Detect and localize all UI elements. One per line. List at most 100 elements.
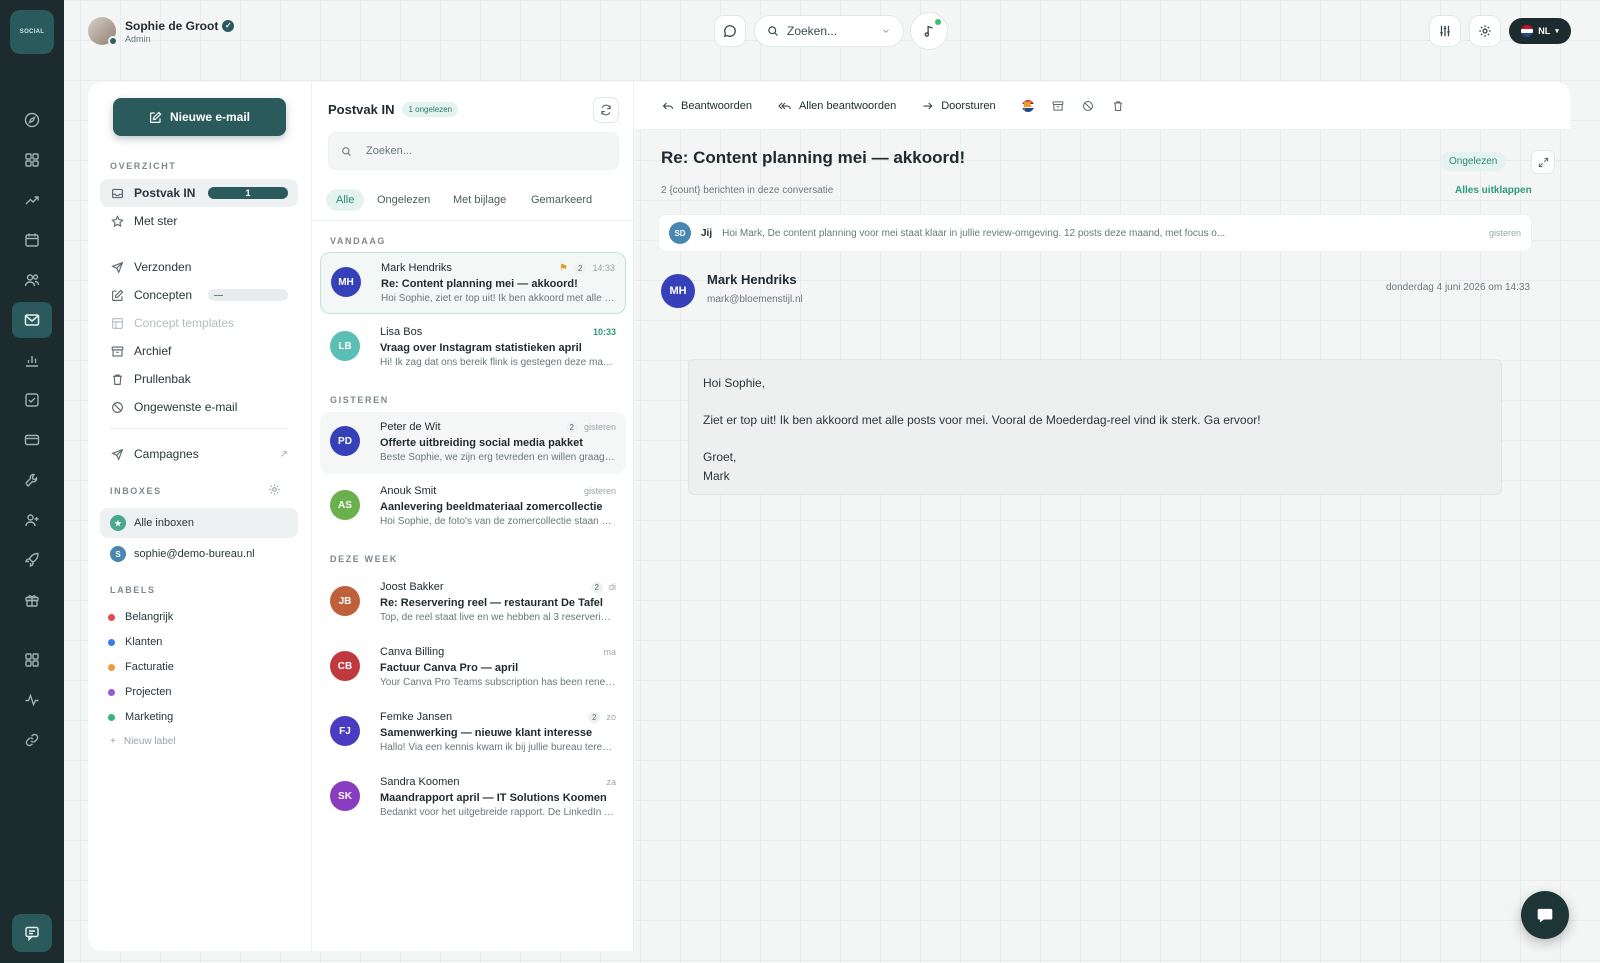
user-plus-icon[interactable] — [12, 502, 52, 538]
expand-icon — [1538, 157, 1548, 167]
activity-icon[interactable] — [12, 682, 52, 718]
label-clients[interactable]: Klanten — [108, 636, 162, 648]
list-item[interactable]: MH Mark Hendriks ⚑ 2 14:33 Re: Content plan… — [320, 252, 626, 314]
avatar[interactable] — [88, 17, 118, 46]
checklist-icon[interactable] — [12, 382, 52, 418]
collapsed-time: gisteren — [1488, 228, 1521, 238]
external-link-icon: ↗ — [279, 448, 288, 460]
message-list-panel: Postvak IN 1 ongelezen Zoeken... Alle On… — [311, 82, 634, 951]
list-item[interactable]: FJ Femke Jansen 2 zo Samenwerking — nieuwe… — [320, 702, 626, 764]
campaigns-link[interactable]: Campagnes ↗ — [100, 440, 298, 468]
filter-flagged[interactable]: Gemarkeerd — [521, 189, 602, 211]
inbox-settings-icon[interactable] — [268, 483, 281, 496]
brand-logo-text: SOCIAL — [19, 29, 45, 35]
folder-trash[interactable]: Prullenbak — [100, 365, 298, 393]
compass-icon[interactable] — [12, 102, 52, 138]
user-role: Admin — [125, 33, 151, 44]
messages-button[interactable] — [714, 15, 746, 47]
label-billing[interactable]: Facturatie — [108, 661, 174, 673]
collapsed-sender: Jij — [701, 227, 713, 239]
filter-all[interactable]: Alle — [326, 189, 365, 211]
template-icon — [110, 316, 124, 330]
status-badge[interactable]: Ongelezen — [1440, 152, 1507, 171]
trash-icon[interactable] — [1112, 100, 1124, 112]
folder-draft-templates[interactable]: Concept templates — [100, 309, 298, 337]
label-dot — [108, 663, 115, 671]
archive-icon[interactable] — [1052, 100, 1064, 112]
folder-starred[interactable]: Met ster — [100, 207, 298, 235]
sender-name: Mark Hendriks — [707, 272, 797, 287]
grid-icon[interactable] — [12, 142, 52, 178]
bar-chart-icon[interactable] — [12, 342, 52, 378]
label-dot — [108, 713, 115, 721]
support-chat-button[interactable] — [1521, 891, 1569, 939]
gift-icon[interactable] — [12, 582, 52, 618]
link-icon[interactable] — [12, 722, 52, 758]
avatar: FJ — [330, 716, 360, 746]
folder-inbox[interactable]: Postvak IN 1 — [100, 179, 298, 207]
forward-button[interactable]: Doorsturen — [922, 100, 996, 112]
message-preview: Beste Sophie, we zijn erg tevreden en wi… — [380, 452, 616, 463]
list-search-input[interactable]: Zoeken... — [328, 132, 619, 170]
reply-all-button[interactable]: Allen beantwoorden — [778, 100, 896, 112]
list-item[interactable]: PD Peter de Wit 2 gisteren Offerte uitbrei… — [320, 412, 626, 474]
folder-sent[interactable]: Verzonden — [100, 253, 298, 281]
star-icon — [110, 214, 124, 228]
calendar-icon[interactable] — [12, 222, 52, 258]
users-icon[interactable] — [12, 262, 52, 298]
flag-icon[interactable] — [1021, 99, 1034, 112]
card-icon[interactable] — [12, 422, 52, 458]
inbox-account[interactable]: S sophie@demo-bureau.nl — [100, 539, 298, 569]
list-item[interactable]: LB Lisa Bos 10:33 Vraag over Instagram st… — [320, 317, 626, 379]
search-icon — [768, 26, 778, 36]
inbox-all[interactable]: ★ Alle inboxen — [100, 508, 298, 538]
rocket-icon[interactable] — [12, 542, 52, 578]
unread-chip: 1 ongelezen — [402, 102, 459, 117]
block-icon[interactable] — [1082, 100, 1094, 112]
message-subject: Maandrapport april — IT Solutions Koomen — [380, 792, 607, 804]
global-search[interactable]: Zoeken... — [754, 15, 904, 47]
compose-button[interactable]: Nieuwe e-mail — [113, 98, 286, 136]
folder-junk[interactable]: Ongewenste e-mail — [100, 393, 298, 421]
message-time: di — [608, 582, 616, 592]
list-item[interactable]: AS Anouk Smit gisteren Aanlevering beeldm… — [320, 476, 626, 538]
collapsed-message[interactable]: SD Jij Hoi Mark, De content planning voo… — [658, 214, 1532, 252]
chat-icon[interactable] — [12, 914, 52, 952]
list-item[interactable]: JB Joost Bakker 2 di Re: Reservering reel … — [320, 572, 626, 634]
list-item[interactable]: SK Sandra Koomen za Maandrapport april — … — [320, 767, 626, 829]
label-marketing[interactable]: Marketing — [108, 711, 173, 723]
expand-button[interactable] — [1531, 150, 1555, 174]
folder-drafts[interactable]: Concepten — — [100, 281, 298, 309]
overview-title: OVERZICHT — [110, 161, 177, 171]
label-projects[interactable]: Projecten — [108, 686, 171, 698]
edit-icon — [110, 288, 124, 302]
filter-attachment[interactable]: Met bijlage — [443, 189, 516, 211]
filter-unread[interactable]: Ongelezen — [367, 189, 440, 211]
list-item[interactable]: CB Canva Billing ma Factuur Canva Pro — a… — [320, 637, 626, 699]
trending-icon[interactable] — [12, 182, 52, 218]
group-yesterday: GISTEREN — [330, 395, 389, 405]
sender-email[interactable]: mark@bloemenstijl.nl — [707, 294, 803, 305]
refresh-button[interactable] — [593, 97, 619, 123]
folder-archive[interactable]: Archief — [100, 337, 298, 365]
tools-icon[interactable] — [12, 462, 52, 498]
brand-logo[interactable]: SOCIAL — [10, 10, 54, 54]
folder-junk-label: Ongewenste e-mail — [134, 400, 238, 414]
user-profile[interactable]: Sophie de Groot ✓ Admin — [88, 17, 235, 46]
mail-icon[interactable] — [12, 302, 52, 338]
settings-button[interactable] — [1469, 15, 1501, 47]
apps-icon[interactable] — [12, 642, 52, 678]
label-clients-text: Klanten — [125, 636, 163, 648]
reply-button[interactable]: Beantwoorden — [662, 100, 752, 112]
inbox-account-badge: S — [110, 546, 126, 562]
label-billing-text: Facturatie — [125, 661, 174, 673]
language-switcher[interactable]: NL ▾ — [1509, 18, 1571, 44]
inboxes-title: INBOXES — [110, 486, 162, 496]
user-name: Sophie de Groot — [125, 18, 219, 33]
label-important[interactable]: Belangrijk — [108, 611, 173, 623]
filters-button[interactable] — [1429, 15, 1461, 47]
expand-all-link[interactable]: Alles uitklappen — [1455, 185, 1532, 196]
new-label-button[interactable]: + Nieuw label — [110, 736, 176, 747]
music-button[interactable] — [910, 12, 948, 50]
language-code: NL — [1538, 26, 1551, 36]
